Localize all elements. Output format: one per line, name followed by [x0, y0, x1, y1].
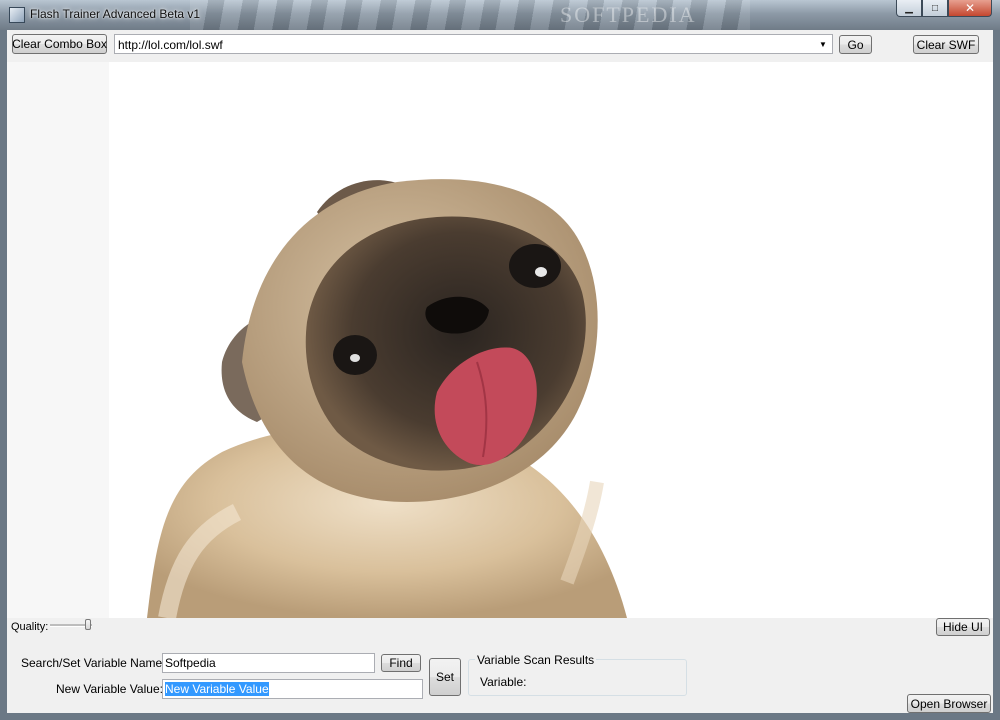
url-combo-value: http://lol.com/lol.swf: [118, 38, 223, 52]
flash-viewport[interactable]: [7, 62, 993, 618]
minimize-button[interactable]: ▁: [896, 0, 922, 17]
variable-result-label: Variable:: [480, 675, 527, 689]
search-variable-label: Search/Set Variable Name:: [21, 656, 166, 670]
swf-content-pug-image: [7, 62, 993, 618]
new-variable-value-selection: New Variable Value: [165, 682, 269, 696]
window-title: Flash Trainer Advanced Beta v1: [30, 7, 201, 21]
find-button[interactable]: Find: [381, 654, 421, 672]
client-area: Clear Combo Box http://lol.com/lol.swf ▼…: [7, 30, 993, 713]
open-browser-button[interactable]: Open Browser: [907, 694, 991, 713]
quality-label: Quality:: [11, 621, 49, 633]
watermark-text: SOFTPEDIA: [560, 2, 697, 27]
search-variable-input[interactable]: Softpedia: [162, 653, 375, 673]
maximize-icon: □: [931, 2, 939, 14]
hide-ui-button[interactable]: Hide UI: [936, 618, 990, 636]
go-button[interactable]: Go: [839, 35, 872, 54]
minimize-icon: ▁: [905, 2, 913, 14]
window-controls: ▁ □ ✕: [896, 0, 992, 18]
close-icon: ✕: [964, 1, 976, 15]
set-button[interactable]: Set: [429, 658, 461, 696]
clear-combo-box-button[interactable]: Clear Combo Box: [12, 34, 107, 54]
dropdown-arrow-icon[interactable]: ▼: [816, 37, 830, 51]
close-button[interactable]: ✕: [948, 0, 992, 17]
quality-slider-thumb[interactable]: [85, 619, 91, 630]
clear-swf-button[interactable]: Clear SWF: [913, 35, 979, 54]
variable-scan-results-title: Variable Scan Results: [475, 653, 597, 667]
maximize-button[interactable]: □: [922, 0, 948, 17]
app-icon: [9, 7, 25, 23]
new-variable-value-input[interactable]: New Variable Value: [162, 679, 423, 699]
url-combo-box[interactable]: http://lol.com/lol.swf ▼: [114, 34, 833, 54]
title-bar[interactable]: Flash Trainer Advanced Beta v1 SOFTPEDIA…: [0, 0, 1000, 30]
new-variable-value-label: New Variable Value:: [56, 682, 163, 696]
window-bottom-border: [0, 713, 1000, 720]
